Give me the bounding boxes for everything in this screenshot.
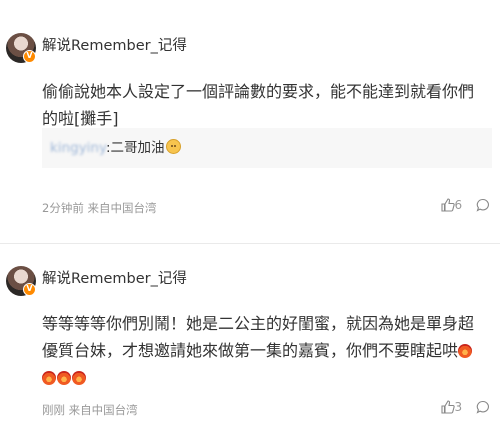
comment-actions: 3: [440, 400, 490, 417]
comment-meta: 2分钟前 来自中国台湾: [42, 201, 157, 215]
angry-emoji-icon: [72, 371, 86, 385]
comment-text: 偷偷說她本人設定了一個評論數的要求，能不能達到就看你們的啦[攤手]: [42, 82, 475, 128]
reply-text: :二哥加油: [106, 140, 165, 156]
like-count: 6: [454, 198, 463, 212]
verified-badge-icon: V: [23, 283, 36, 296]
angry-emoji-icon: [42, 371, 56, 385]
angry-emoji-icon: [458, 344, 473, 358]
angry-emoji-icon: [57, 371, 71, 385]
user-avatar[interactable]: V: [6, 266, 36, 296]
comment-actions: 6: [440, 198, 490, 215]
like-count: 3: [454, 400, 463, 414]
verified-badge-icon: V: [23, 50, 36, 63]
comment-bubble-icon[interactable]: [476, 400, 490, 417]
reply-username[interactable]: kingyiny: [50, 140, 106, 156]
comment-item: V 解说Remember_记得 偷偷說她本人設定了一個評論數的要求，能不能達到就…: [0, 0, 500, 232]
thumbs-up-icon[interactable]: [440, 198, 455, 215]
comment-username[interactable]: 解说Remember_记得: [42, 34, 187, 55]
emoji-icon: [165, 139, 181, 154]
comment-item: V 解说Remember_记得 等等等等你們別鬧！她是二公主的好閨蜜，就因為她是…: [0, 244, 500, 440]
user-avatar[interactable]: V: [6, 33, 36, 63]
comment-text-content: 等等等等你們別鬧！她是二公主的好閨蜜，就因為她是單身超優質台妹，才想邀請她來做第…: [42, 314, 475, 360]
thumbs-up-icon[interactable]: [440, 400, 455, 417]
comment-username[interactable]: 解说Remember_记得: [42, 267, 187, 288]
comment-text: 等等等等你們別鬧！她是二公主的好閨蜜，就因為她是單身超優質台妹，才想邀請她來做第…: [42, 310, 482, 391]
comment-meta: 刚刚 来自中国台湾: [42, 403, 138, 417]
comment-bubble-icon[interactable]: [476, 198, 490, 215]
reply-preview[interactable]: kingyiny:二哥加油: [42, 128, 492, 168]
